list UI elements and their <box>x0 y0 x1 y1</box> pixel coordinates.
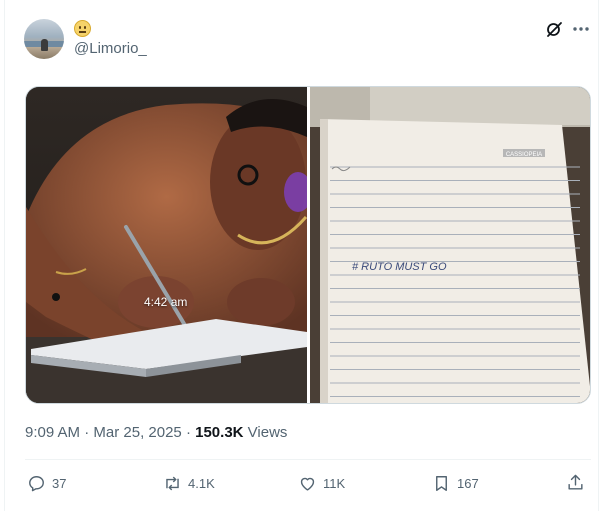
tweet-meta: 9:09 AM · Mar 25, 2025 · 150.3K Views <box>25 424 287 441</box>
notebook-handwriting: # RUTO MUST GO <box>352 261 447 273</box>
views-count: 150.3K <box>195 424 244 441</box>
like-count: 11K <box>323 475 346 491</box>
views-label: Views <box>247 424 288 441</box>
bookmark-count: 167 <box>457 475 479 491</box>
bookmark-icon <box>436 475 447 491</box>
avatar[interactable] <box>24 19 64 59</box>
share-icon[interactable] <box>566 473 585 492</box>
grok-icon[interactable] <box>545 20 563 38</box>
repost-icon <box>166 476 179 490</box>
repost-button[interactable]: 4.1K <box>163 472 215 494</box>
notebook-brand: CASSIOPEIA <box>506 152 542 158</box>
reply-button[interactable]: 37 <box>27 472 66 494</box>
more-icon[interactable] <box>571 20 591 38</box>
media-image-notebook-page[interactable]: CASSIOPEIA # RUTO MUST GO <box>310 87 590 403</box>
neutral-face-emoji-icon <box>74 20 91 37</box>
media-image-man-writing[interactable]: 4:42 am <box>26 87 307 403</box>
user-handle[interactable]: @Limorio_ <box>74 40 147 57</box>
meta-separator-2: · <box>185 424 191 441</box>
tweet-media[interactable]: 4:42 am CASSIOPEIA # RUTO MUST GO <box>25 86 591 404</box>
bookmark-button[interactable]: 167 <box>432 472 479 494</box>
post-time[interactable]: 9:09 AM <box>25 424 80 441</box>
reply-count: 37 <box>52 475 67 491</box>
meta-separator: · <box>84 424 90 441</box>
reply-icon <box>29 475 44 491</box>
repost-count: 4.1K <box>188 475 215 491</box>
divider <box>25 459 591 460</box>
image-time-overlay: 4:42 am <box>144 295 188 309</box>
like-icon <box>300 477 315 491</box>
tweet-card: @Limorio_ 4:42 am CASSIOPEIA # RUTO MUST… <box>4 0 599 511</box>
post-date[interactable]: Mar 25, 2025 <box>93 424 181 441</box>
like-button[interactable]: 11K <box>298 472 345 494</box>
